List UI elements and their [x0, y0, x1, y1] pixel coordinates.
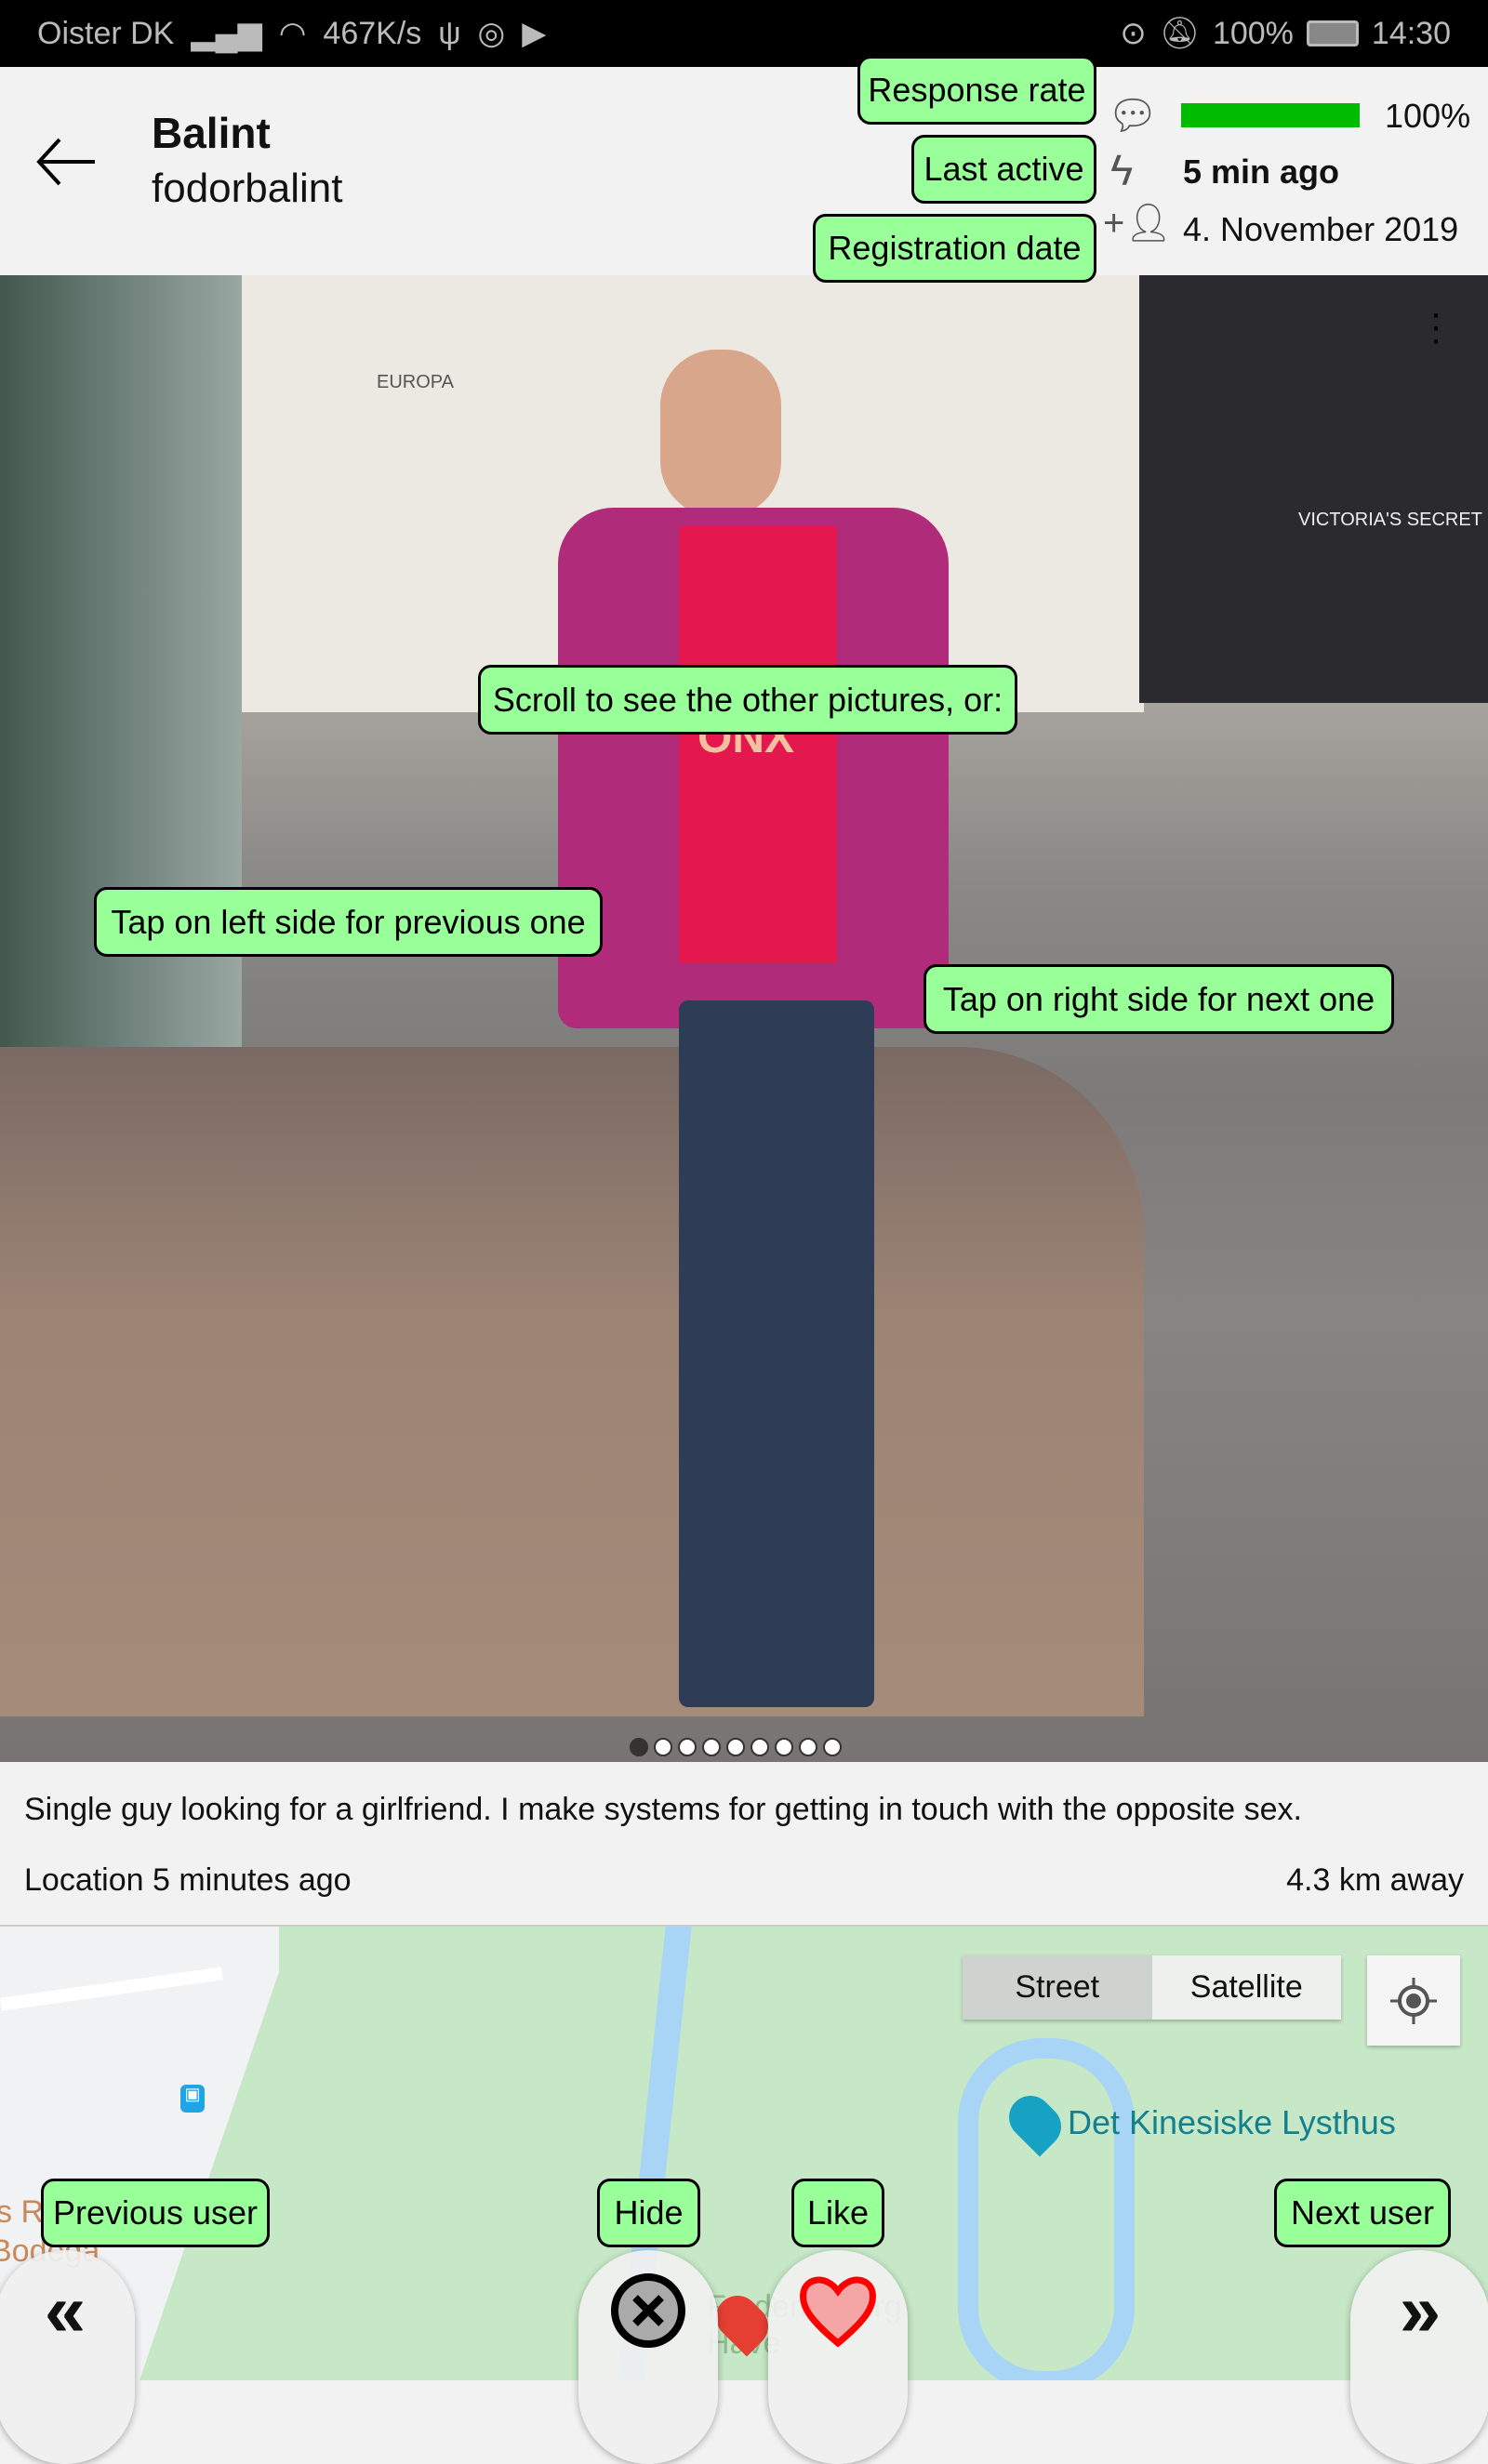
signal-icon: ▂▄▆: [191, 16, 262, 51]
picture-dot[interactable]: [751, 1738, 769, 1756]
my-location-button[interactable]: [1367, 1955, 1460, 2046]
add-person-icon: +👤︎: [1103, 203, 1173, 244]
picture-dot[interactable]: [799, 1738, 817, 1756]
display-name: Balint: [152, 109, 271, 157]
hint-right: Tap on right side for next one: [923, 964, 1394, 1034]
next-user-button[interactable]: »: [1350, 2250, 1488, 2464]
picture-dot[interactable]: [775, 1738, 793, 1756]
location-icon: ⊙: [1120, 16, 1147, 51]
picture-dot[interactable]: [630, 1738, 648, 1756]
picture-dot[interactable]: [678, 1738, 697, 1756]
bus-stop-icon: ▣: [180, 2085, 205, 2113]
tooltip-hide: Hide: [597, 2179, 700, 2247]
response-rate-value: 100%: [1385, 97, 1471, 135]
profile-photo[interactable]: EUROPA VICTORIA'S SECRET ONX Scroll to s…: [0, 275, 1488, 1762]
mute-icon: 🔕︎: [1159, 16, 1200, 51]
tooltip-like: Like: [791, 2179, 884, 2247]
sign-victoria: VICTORIA'S SECRET: [1298, 510, 1482, 530]
battery-icon: [1306, 20, 1359, 46]
back-arrow-icon: [36, 138, 95, 186]
tooltip-registration: Registration date: [813, 214, 1096, 283]
close-circle-icon: [611, 2273, 685, 2348]
picture-dot[interactable]: [726, 1738, 745, 1756]
crosshair-icon: [1390, 1977, 1437, 2024]
usb-icon: ψ: [438, 15, 461, 51]
response-icon: 💬︎: [1107, 93, 1159, 139]
picture-indicator: [627, 1738, 844, 1761]
network-speed: 467K/s: [323, 15, 422, 51]
double-chevron-left-icon: «: [44, 2269, 86, 2351]
map[interactable]: ▣ Det Kinesiske Lysthus Frederiksberg Ha…: [0, 1927, 1488, 2380]
back-button[interactable]: [28, 123, 112, 197]
profile-header: Balint fodorbalint 💬︎ 100% ϟ 5 min ago +…: [0, 67, 1488, 275]
wifi-icon: ◠: [278, 16, 307, 51]
picture-dot[interactable]: [654, 1738, 672, 1756]
registration-value: 4. November 2019: [1183, 210, 1459, 248]
map-type-toggle: Street Satellite: [963, 1955, 1341, 2020]
satellite-button[interactable]: Satellite: [1151, 1955, 1341, 2020]
poi-label[interactable]: Det Kinesiske Lysthus: [1068, 2103, 1396, 2142]
hint-scroll: Scroll to see the other pictures, or:: [478, 665, 1017, 735]
clock: 14:30: [1371, 15, 1451, 51]
hint-left: Tap on left side for previous one: [94, 887, 603, 957]
double-chevron-right-icon: »: [1399, 2269, 1442, 2351]
lightning-icon: ϟ: [1110, 146, 1134, 194]
picture-dot[interactable]: [702, 1738, 721, 1756]
tooltip-response-rate: Response rate: [857, 56, 1096, 125]
person: ONX: [558, 350, 986, 1762]
hide-button[interactable]: [578, 2250, 718, 2464]
instagram-icon: ◎: [477, 16, 506, 51]
tooltip-previous-user: Previous user: [41, 2179, 270, 2247]
street-button[interactable]: Street: [963, 1955, 1152, 2020]
previous-user-button[interactable]: «: [0, 2250, 135, 2464]
more-options-icon[interactable]: · · ·: [1425, 295, 1447, 358]
fountain: [0, 275, 242, 1131]
status-bar: Oister DK ▂▄▆ ◠ 467K/s ψ ◎ ▶ ⊙ 🔕︎ 100% 1…: [0, 0, 1488, 67]
edge-label-2: s R: [0, 2194, 44, 2230]
response-rate-fill: [1181, 103, 1360, 127]
tooltip-next-user: Next user: [1274, 2179, 1451, 2247]
description: Single guy looking for a girlfriend. I m…: [24, 1792, 1302, 1827]
location-time: Location 5 minutes ago: [24, 1862, 352, 1898]
last-active-value: 5 min ago: [1183, 152, 1340, 191]
tooltip-last-active: Last active: [911, 135, 1096, 204]
picture-dot[interactable]: [823, 1738, 842, 1756]
username: fodorbalint: [152, 166, 343, 211]
profile-details: Single guy looking for a girlfriend. I m…: [0, 1762, 1488, 1927]
distance: 4.3 km away: [1286, 1862, 1464, 1898]
map-river: [958, 2038, 1135, 2380]
like-button[interactable]: [768, 2250, 908, 2464]
youtube-icon: ▶: [522, 16, 547, 51]
battery-percent: 100%: [1212, 15, 1294, 51]
carrier: Oister DK: [37, 15, 175, 51]
heart-icon: [800, 2276, 876, 2348]
response-rate-bar: [1181, 103, 1360, 127]
sign-europa: EUROPA: [377, 372, 454, 392]
